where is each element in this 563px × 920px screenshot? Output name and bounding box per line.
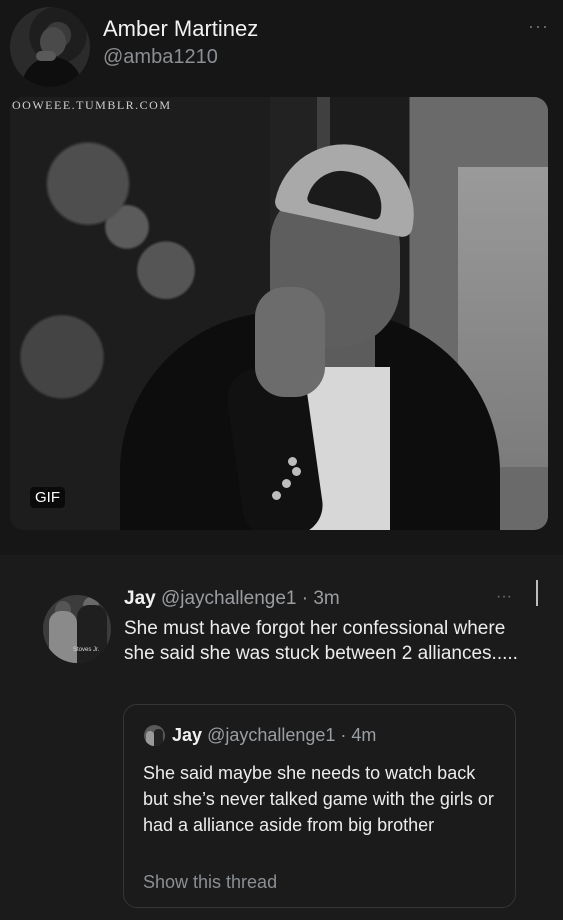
- media-button: [292, 467, 301, 476]
- media-hand: [255, 287, 325, 397]
- avatar-person: [77, 605, 107, 663]
- show-thread-link[interactable]: Show this thread: [143, 872, 277, 893]
- media-button: [282, 479, 291, 488]
- avatar-hands: [36, 51, 56, 61]
- media-watermark: OOWEEE.TUMBLR.COM: [10, 97, 178, 114]
- quote-meta: @jaychallenge1 · 4m: [207, 725, 377, 745]
- quote-author-name: Jay: [172, 725, 203, 745]
- quote-avatar: [144, 725, 165, 746]
- quote-text: She said maybe she needs to watch back b…: [143, 763, 494, 835]
- avatar-person: [154, 729, 163, 746]
- reply-author-name[interactable]: Jay: [124, 588, 156, 609]
- reply-tweet[interactable]: Stoves Jr. Jay @jaychallenge1 · 3m ··· S…: [0, 555, 563, 920]
- reply-avatar[interactable]: Stoves Jr.: [43, 595, 111, 663]
- more-horizontal-icon[interactable]: ···: [496, 588, 512, 606]
- avatar-figure: [22, 57, 82, 87]
- avatar-caption: Stoves Jr.: [73, 647, 100, 653]
- reply-text: She must have forgot her confessional wh…: [124, 618, 518, 664]
- reply-meta[interactable]: @jaychallenge1 · 3m: [161, 588, 340, 609]
- main-tweet: Amber Martinez @amba1210 ··· OOWEEE.TUMB…: [0, 0, 563, 555]
- thread-line: [536, 580, 538, 606]
- author-name[interactable]: Amber Martinez: [103, 16, 258, 42]
- author-avatar[interactable]: [10, 7, 90, 87]
- quoted-tweet[interactable]: Jay @jaychallenge1 · 4m She said maybe s…: [123, 704, 516, 908]
- gif-media[interactable]: OOWEEE.TUMBLR.COM GIF: [10, 97, 548, 530]
- avatar-person: [49, 611, 77, 663]
- media-button: [272, 491, 281, 500]
- reply-header: Jay @jaychallenge1 · 3m: [124, 588, 340, 610]
- media-button: [288, 457, 297, 466]
- author-handle[interactable]: @amba1210: [103, 46, 218, 69]
- quote-header: Jay @jaychallenge1 · 4m: [172, 725, 376, 746]
- gif-badge: GIF: [30, 487, 65, 508]
- more-horizontal-icon[interactable]: ···: [528, 16, 549, 37]
- avatar-person: [146, 731, 154, 746]
